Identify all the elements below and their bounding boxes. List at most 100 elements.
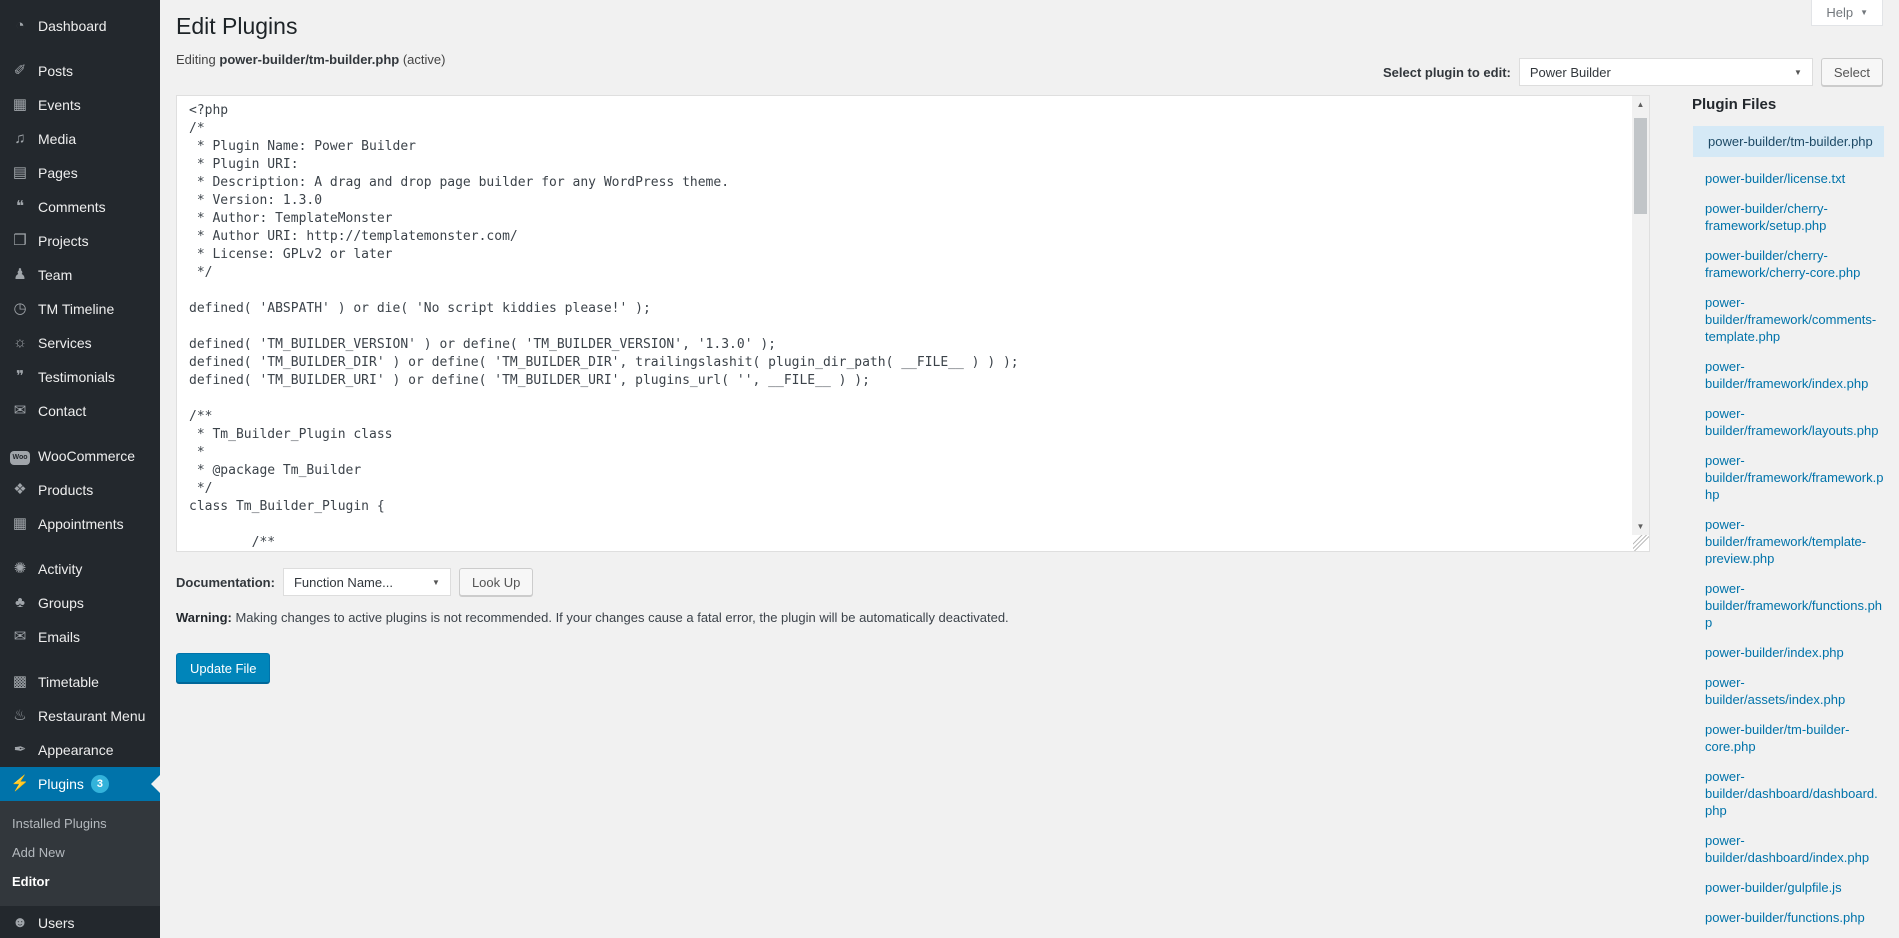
plugin-file-item: power-builder/dashboard/dashboard.php xyxy=(1692,768,1884,819)
sidebar-item-emails[interactable]: ✉ Emails xyxy=(0,620,160,654)
plugin-file-link[interactable]: power-builder/index.php xyxy=(1705,644,1884,661)
plugin-file-link[interactable]: power-builder/dashboard/dashboard.php xyxy=(1705,768,1884,819)
media-icon: ♫ xyxy=(10,129,30,149)
sidebar-item-label: WooCommerce xyxy=(38,448,135,464)
plugin-select-dropdown[interactable]: Power Builder ▼ xyxy=(1519,58,1813,86)
plugin-file-link[interactable]: power-builder/framework/index.php xyxy=(1705,358,1884,392)
comment-bubble-icon: ❝ xyxy=(10,197,30,217)
look-up-button[interactable]: Look Up xyxy=(459,568,533,596)
sidebar-item-label: Emails xyxy=(38,629,80,645)
sidebar-item-label: Plugins xyxy=(38,776,84,792)
editor-scrollbar[interactable]: ▲ ▼ xyxy=(1632,96,1649,535)
sidebar-item-label: Pages xyxy=(38,165,78,181)
sidebar-item-tm-timeline[interactable]: ◷TM Timeline xyxy=(0,292,160,326)
help-button[interactable]: Help ▼ xyxy=(1811,0,1883,26)
plugin-file-item: power-builder/tm-builder-core.php xyxy=(1692,721,1884,755)
sidebar-item-label: Restaurant Menu xyxy=(38,708,145,724)
code-editor-textarea[interactable]: <?php /* * Plugin Name: Power Builder * … xyxy=(177,96,1632,551)
package-icon: ❖ xyxy=(10,480,30,500)
sidebar-item-label: Users xyxy=(38,915,75,931)
menu-separator xyxy=(0,428,160,439)
sidebar-item-label: Projects xyxy=(38,233,89,249)
plugin-file-item: power-builder/cherry-framework/setup.php xyxy=(1692,200,1884,234)
plugin-file-link[interactable]: power-builder/cherry-framework/cherry-co… xyxy=(1705,247,1884,281)
users-icon: ☻ xyxy=(10,913,30,933)
plugin-file-link[interactable]: power-builder/tm-builder.php xyxy=(1708,133,1878,150)
plugin-files-list: power-builder/tm-builder.php power-builde… xyxy=(1692,126,1884,926)
sidebar-item-comments[interactable]: ❝ Comments xyxy=(0,190,160,224)
sidebar-item-pages[interactable]: ▤ Pages xyxy=(0,156,160,190)
sidebar-item-projects[interactable]: ❒Projects xyxy=(0,224,160,258)
sidebar-item-label: Dashboard xyxy=(38,18,107,34)
plugin-file-link[interactable]: power-builder/dashboard/index.php xyxy=(1705,832,1884,866)
sidebar-item-dashboard[interactable]: ◔Dashboard xyxy=(0,9,160,43)
sidebar-item-users[interactable]: ☻ Users xyxy=(0,906,160,938)
scrollbar-down-arrow[interactable]: ▼ xyxy=(1632,518,1649,535)
plugin-file-item: power-builder/functions.php xyxy=(1692,909,1884,926)
plugin-file-link[interactable]: power-builder/gulpfile.js xyxy=(1705,879,1884,896)
documentation-row: Documentation: Function Name... ▼ Look U… xyxy=(176,568,533,596)
plugin-file-link[interactable]: power-builder/framework/template-preview… xyxy=(1705,516,1884,567)
textarea-resize-grip[interactable] xyxy=(1633,535,1649,551)
sidebar-item-team[interactable]: ♟Team xyxy=(0,258,160,292)
plugin-file-link[interactable]: power-builder/framework/layouts.php xyxy=(1705,405,1884,439)
sidebar-item-label: Products xyxy=(38,482,93,498)
plugin-file-item: power-builder/assets/index.php xyxy=(1692,674,1884,708)
plugin-file-link[interactable]: power-builder/functions.php xyxy=(1705,909,1884,926)
documentation-dropdown[interactable]: Function Name... ▼ xyxy=(283,568,451,596)
sidebar-item-timetable[interactable]: ▩Timetable xyxy=(0,665,160,699)
sidebar-item-woocommerce[interactable]: WooWooCommerce xyxy=(0,439,160,473)
menu-separator xyxy=(0,541,160,552)
sidebar-item-label: Team xyxy=(38,267,72,283)
scrollbar-thumb[interactable] xyxy=(1634,118,1647,214)
plugin-files-panel: Plugin Files power-builder/tm-builder.ph… xyxy=(1692,96,1884,938)
update-file-button[interactable]: Update File xyxy=(176,653,270,683)
editing-status: Editing power-builder/tm-builder.php (ac… xyxy=(176,52,445,67)
sidebar-item-media[interactable]: ♫ Media xyxy=(0,122,160,156)
plugin-file-link[interactable]: power-builder/framework/comments-templat… xyxy=(1705,294,1884,345)
help-label: Help xyxy=(1826,5,1853,20)
lightbulb-icon: ☼ xyxy=(10,333,30,353)
documentation-value: Function Name... xyxy=(294,575,393,590)
plugin-file-link[interactable]: power-builder/cherry-framework/setup.php xyxy=(1705,200,1884,234)
sidebar-item-restaurant-menu[interactable]: ♨Restaurant Menu xyxy=(0,699,160,733)
sidebar-item-contact[interactable]: ✉Contact xyxy=(0,394,160,428)
submenu-item-installed-plugins[interactable]: Installed Plugins xyxy=(0,809,160,838)
sidebar-item-label: Posts xyxy=(38,63,73,79)
sidebar-item-label: Comments xyxy=(38,199,106,215)
pages-icon: ▤ xyxy=(10,163,30,183)
sidebar-item-posts[interactable]: ✐ Posts xyxy=(0,54,160,88)
plugin-file-link[interactable]: power-builder/license.txt xyxy=(1705,170,1884,187)
sidebar-item-label: Media xyxy=(38,131,76,147)
sidebar-item-label: Events xyxy=(38,97,81,113)
sidebar-item-groups[interactable]: ♣Groups xyxy=(0,586,160,620)
documentation-label: Documentation: xyxy=(176,575,275,590)
plugin-file-link[interactable]: power-builder/framework/functions.php xyxy=(1705,580,1884,631)
sidebar-item-plugins[interactable]: ⚡Plugins3 xyxy=(0,767,160,801)
sidebar-item-appointments[interactable]: ▦Appointments xyxy=(0,507,160,541)
groups-icon: ♣ xyxy=(10,593,30,613)
sidebar-item-testimonials[interactable]: ❞Testimonials xyxy=(0,360,160,394)
sidebar-item-activity[interactable]: ✺Activity xyxy=(0,552,160,586)
sidebar-item-appearance[interactable]: ✒Appearance xyxy=(0,733,160,767)
pin-icon: ✐ xyxy=(10,61,30,81)
sidebar-item-label: Contact xyxy=(38,403,86,419)
sidebar-item-label: TM Timeline xyxy=(38,301,114,317)
menu-separator xyxy=(0,654,160,665)
plugin-file-item: power-builder/framework/functions.php xyxy=(1692,580,1884,631)
scrollbar-up-arrow[interactable]: ▲ xyxy=(1632,96,1649,113)
plugin-file-link[interactable]: power-builder/assets/index.php xyxy=(1705,674,1884,708)
code-editor[interactable]: <?php /* * Plugin Name: Power Builder * … xyxy=(176,95,1650,552)
sidebar-item-events[interactable]: ▦Events xyxy=(0,88,160,122)
submenu-item-editor[interactable]: Editor xyxy=(0,867,160,896)
sidebar-item-products[interactable]: ❖ Products xyxy=(0,473,160,507)
update-count-badge: 3 xyxy=(91,775,109,793)
plugin-file-link[interactable]: power-builder/tm-builder-core.php xyxy=(1705,721,1884,755)
sidebar-item-services[interactable]: ☼Services xyxy=(0,326,160,360)
plugin-file-link[interactable]: power-builder/framework/framework.php xyxy=(1705,452,1884,503)
plugin-select-value: Power Builder xyxy=(1530,65,1611,80)
submenu-item-add-new[interactable]: Add New xyxy=(0,838,160,867)
select-plugin-button[interactable]: Select xyxy=(1821,58,1883,86)
envelope-icon: ✉ xyxy=(10,627,30,647)
plugin-file-item: power-builder/framework/index.php xyxy=(1692,358,1884,392)
